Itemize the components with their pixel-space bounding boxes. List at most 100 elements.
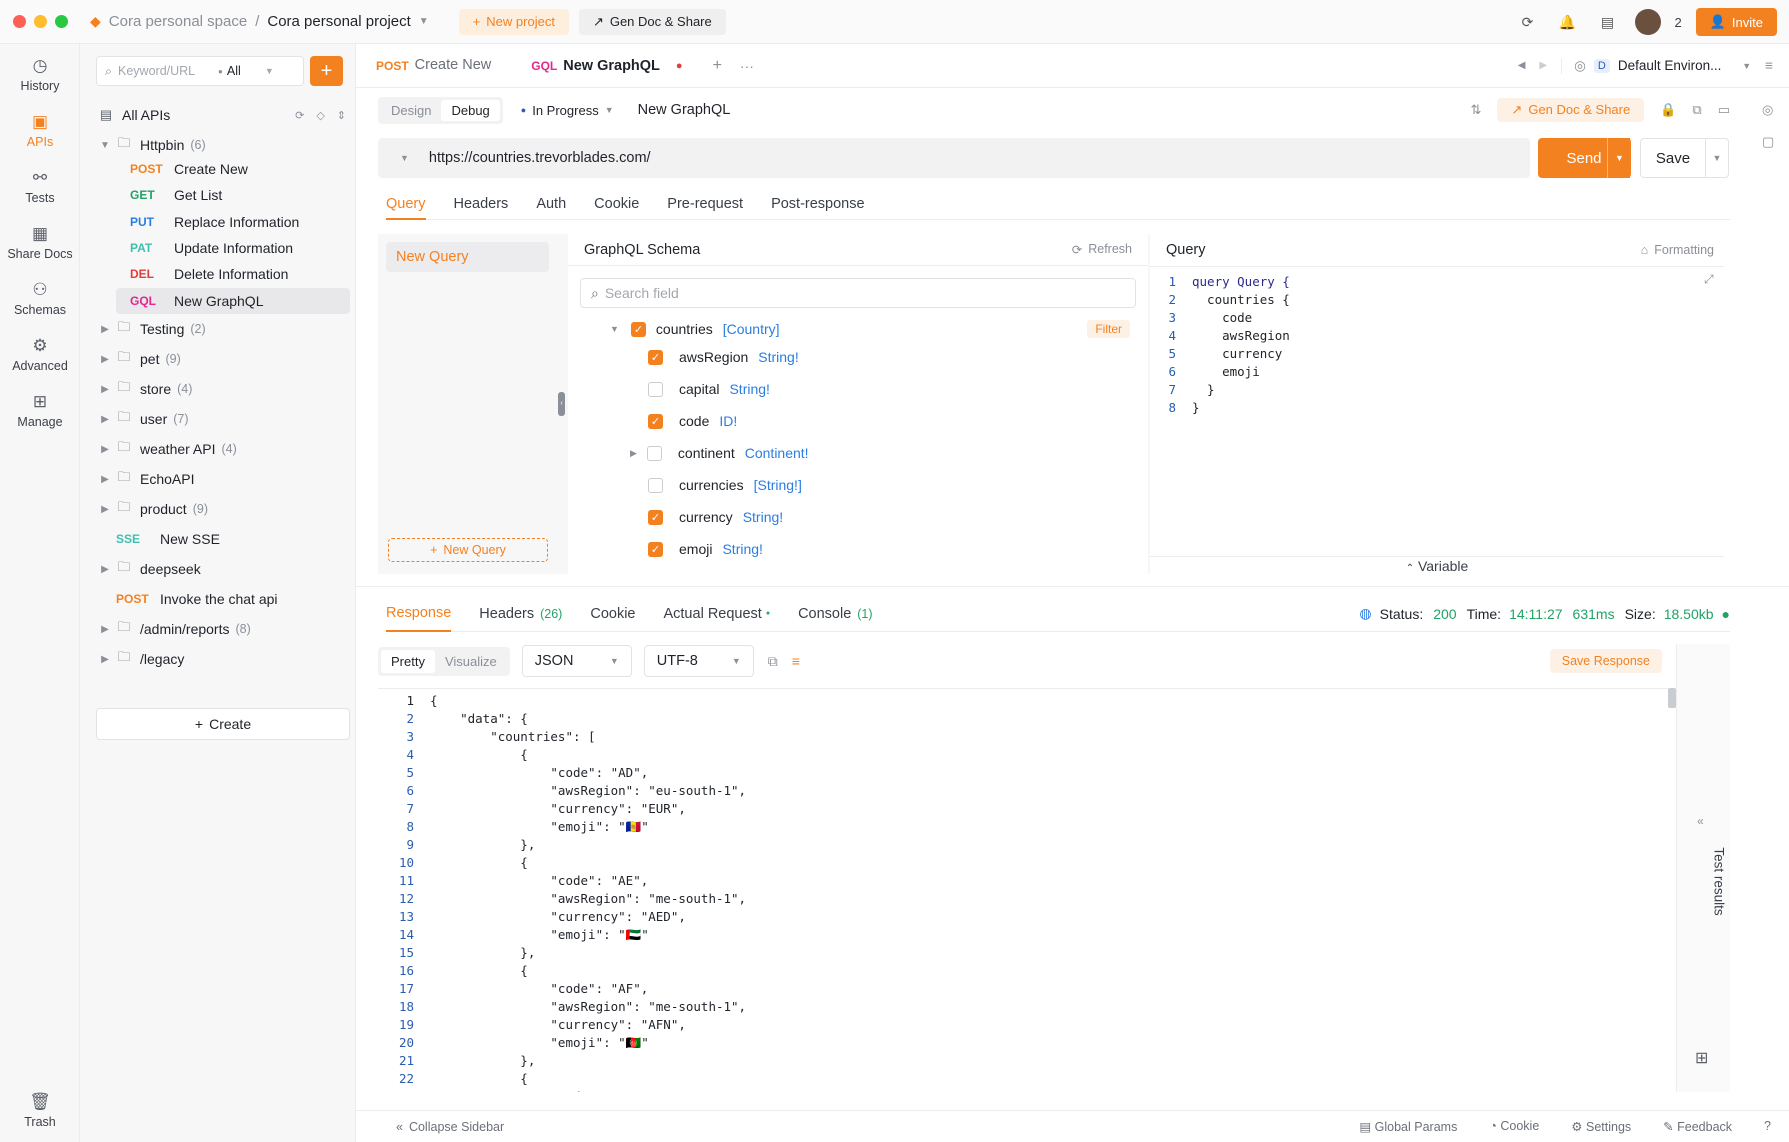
tab-pre-request[interactable]: Pre-request [667, 190, 743, 220]
pretty-tab[interactable]: Pretty [381, 649, 435, 673]
query-list-item[interactable]: New Query [386, 242, 549, 272]
invite-button[interactable]: 👤 Invite [1695, 8, 1777, 36]
new-query-button[interactable]: + New Query [388, 538, 548, 562]
rail-tests[interactable]: ⚯ Tests [0, 168, 80, 205]
sse-item[interactable]: SSE New SSE [116, 524, 350, 554]
right-panel-icon-2[interactable]: ▢ [1762, 134, 1774, 150]
folder-item[interactable]: ▶ 🗀 weather API (4) [96, 434, 350, 464]
settings-button[interactable]: ⚙ Settings [1571, 1119, 1631, 1134]
endpoint-item[interactable]: PAT Update Information [116, 235, 350, 261]
folder-item[interactable]: ▶ 🗀 store (4) [96, 374, 350, 404]
tab-cookie[interactable]: Cookie [590, 606, 635, 622]
create-button[interactable]: + Create [96, 708, 350, 740]
save-response-button[interactable]: Save Response [1549, 649, 1662, 673]
chevron-right-icon[interactable]: ▶ [96, 384, 114, 395]
response-scrollbar[interactable] [1668, 688, 1676, 708]
schema-field-row[interactable]: ✓ awsRegion String! [648, 344, 1068, 370]
tab-headers[interactable]: Headers (26) [479, 606, 562, 622]
checkbox-checked[interactable]: ✓ [630, 321, 646, 337]
checkbox-checked[interactable]: ✓ [648, 541, 663, 557]
tab-post-response[interactable]: Post-response [771, 190, 865, 220]
checkbox-unchecked[interactable] [646, 445, 662, 461]
rail-manage[interactable]: ⊞ Manage [0, 392, 80, 429]
chevron-down-icon[interactable]: ▼ [96, 140, 114, 151]
tab-response[interactable]: Response [386, 596, 452, 632]
collapse-sidebar-button[interactable]: « Collapse Sidebar [396, 1120, 504, 1134]
wrap-icon[interactable]: ≡ [792, 653, 800, 669]
chevron-right-icon[interactable]: ▶ [96, 624, 114, 635]
folder-item[interactable]: ▶ 🗀 pet (9) [96, 344, 350, 374]
new-project-button[interactable]: + New project [458, 8, 569, 35]
endpoint-item[interactable]: POST Create New [116, 156, 350, 182]
bell-icon[interactable]: 🔔 [1555, 9, 1581, 35]
checkbox-unchecked[interactable] [648, 477, 663, 493]
chevron-down-icon[interactable]: ▼ [610, 324, 619, 334]
chevron-right-icon[interactable]: ▶ [96, 414, 114, 425]
schema-field-row[interactable]: currencies [String!] [648, 472, 1068, 498]
chevron-down-icon[interactable]: ▼ [265, 66, 274, 76]
endpoint-item[interactable]: PUT Replace Information [116, 209, 350, 235]
refresh-button[interactable]: ⟳ Refresh [1072, 242, 1132, 257]
minimize-window-button[interactable] [34, 15, 47, 28]
rail-schemas[interactable]: ⚇ Schemas [0, 280, 80, 317]
chevron-right-icon[interactable]: ▶ [96, 504, 114, 515]
collapse-handle-icon[interactable]: ‹ [558, 392, 565, 416]
avatar[interactable] [1634, 9, 1661, 35]
collapse-all-icon[interactable]: ⇕ [337, 109, 346, 122]
filter-select[interactable]: All [227, 64, 265, 78]
environment-select[interactable]: ◎ D Default Environ... ▼ [1561, 57, 1751, 74]
invoke-item[interactable]: POST Invoke the chat api [116, 584, 350, 614]
menu-icon[interactable]: ≡ [1765, 58, 1773, 73]
checkbox-checked[interactable]: ✓ [648, 413, 663, 429]
tab-cookie[interactable]: Cookie [594, 190, 639, 220]
expand-icon[interactable]: ⤢ [1704, 272, 1714, 287]
format-select[interactable]: JSON ▼ [521, 645, 632, 677]
tab-create-new[interactable]: POST Create New [376, 57, 491, 75]
chevron-right-icon[interactable]: ▶ [96, 444, 114, 455]
folder-legacy[interactable]: ▶ 🗀 /legacy [96, 644, 350, 674]
chevron-right-icon[interactable]: ▶ [630, 448, 637, 459]
query-editor[interactable]: 1 query Query {2 countries {3 code 4 awsRe… [1150, 266, 1724, 556]
workspace-name[interactable]: Cora personal space [109, 13, 247, 30]
maximize-window-button[interactable] [55, 15, 68, 28]
all-apis-row[interactable]: ▤ All APIs ⟳ ◇ ⇕ [96, 100, 350, 130]
checkbox-unchecked[interactable] [648, 381, 663, 397]
save-options-button[interactable]: ▼ [1705, 138, 1729, 178]
formatting-button[interactable]: ⌂ Formatting [1641, 243, 1714, 257]
folder-admin-reports[interactable]: ▶ 🗀 /admin/reports (8) [96, 614, 350, 644]
chevron-right-icon[interactable]: ▶ [96, 354, 114, 365]
variable-toggle[interactable]: ⌃ Variable [1150, 556, 1724, 574]
tab-prev-icon[interactable]: ◀ [1518, 60, 1526, 71]
visualize-tab[interactable]: Visualize [435, 650, 507, 673]
response-body[interactable]: 1{2 "data": {3 "countries": [4 {5 "code"… [378, 688, 1668, 1092]
rail-apis[interactable]: ▣ APIs [0, 112, 80, 149]
project-name[interactable]: Cora personal project [267, 13, 410, 30]
tab-console[interactable]: Console (1) [798, 606, 872, 622]
copy-icon[interactable]: ⧉ [768, 653, 778, 670]
folder-item[interactable]: ▶ 🗀 EchoAPI [96, 464, 350, 494]
tab-new-graphql[interactable]: GQL New GraphQL ● [531, 58, 682, 74]
folder-item[interactable]: ▶ 🗀 product (9) [96, 494, 350, 524]
schema-field-row[interactable]: ✓ emoji String! [648, 536, 1068, 562]
folder-item[interactable]: ▶ 🗀 Testing (2) [96, 314, 350, 344]
tab-query[interactable]: Query [386, 190, 426, 220]
request-name-input[interactable]: New GraphQL [638, 102, 731, 118]
cookie-button[interactable]: ◔ Cookie [1489, 1119, 1539, 1134]
folder-deepseek[interactable]: ▶ 🗀 deepseek [96, 554, 350, 584]
notes-icon[interactable]: ▤ [1595, 9, 1621, 35]
checkbox-checked[interactable]: ✓ [648, 509, 663, 525]
schema-field-row[interactable]: capital String! [648, 376, 1068, 402]
right-panel-icon[interactable]: ◎ [1762, 102, 1773, 118]
tab-auth[interactable]: Auth [536, 190, 566, 220]
locate-icon[interactable]: ◇ [316, 109, 324, 122]
endpoint-item[interactable]: DEL Delete Information [116, 261, 350, 287]
chevron-right-icon[interactable]: ▶ [96, 474, 114, 485]
rail-advanced[interactable]: ⚙ Advanced [0, 336, 80, 373]
help-icon[interactable]: ? [1764, 1119, 1771, 1134]
send-options-button[interactable]: ▼ [1607, 138, 1631, 178]
schema-field-row[interactable]: ✓ code ID! [648, 408, 1068, 434]
chevron-down-icon[interactable]: ▼ [400, 153, 409, 163]
layout-icon[interactable]: ⊞ [1695, 1048, 1708, 1068]
encoding-select[interactable]: UTF-8 ▼ [643, 645, 754, 677]
folder-item[interactable]: ▶ 🗀 user (7) [96, 404, 350, 434]
